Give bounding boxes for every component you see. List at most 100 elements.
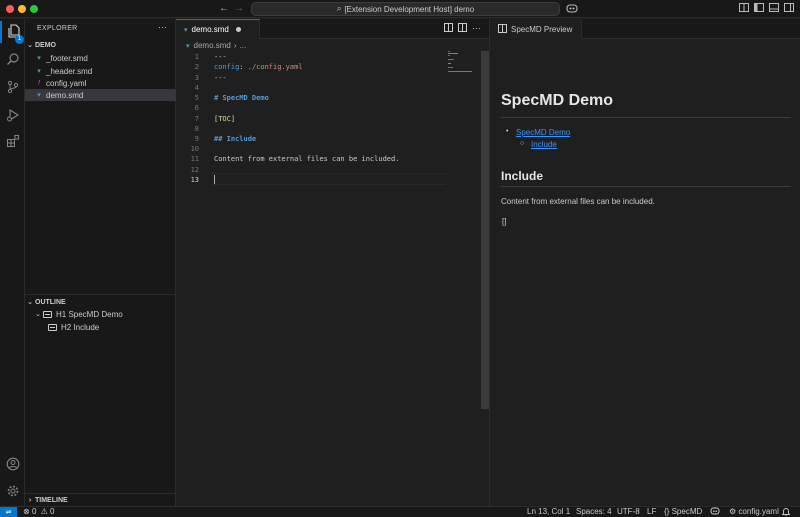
outline-item-h1[interactable]: ⌄ H1 SpecMD Demo [25,308,176,320]
remote-icon[interactable]: ⇌ [0,507,17,517]
code-line[interactable]: --- [214,53,227,61]
preview-tab-bar: SpecMD Preview [490,19,800,39]
editor-group: ▾ demo.smd ··· ▾ demo.smd › ... 1 2 3 4 … [176,19,489,506]
line-number: 1 [194,53,199,61]
line-number: 7 [194,115,199,123]
error-icon: ⊗ [23,507,30,516]
gear-icon [6,484,20,500]
more-actions-icon[interactable]: ··· [471,23,482,34]
back-arrow-icon[interactable]: ← [218,3,230,15]
notifications-icon[interactable] [781,507,791,517]
toggle-panel-icon[interactable] [768,3,780,15]
close-window-button[interactable] [6,5,14,13]
sidebar-title: EXPLORER [37,25,78,32]
timeline-title: TIMELINE [35,496,68,504]
timeline-header[interactable]: › TIMELINE [25,494,176,506]
breadcrumb-file[interactable]: demo.smd [194,41,231,50]
warning-count: 0 [50,507,55,516]
minimize-window-button[interactable] [18,5,26,13]
file-label: _header.smd [46,66,93,76]
code-line-heading[interactable]: ## Include [214,135,256,143]
code-line[interactable]: Content from external files can be inclu… [214,155,399,163]
breadcrumb-symbol[interactable]: ... [240,41,247,50]
outline-header[interactable]: ⌄ OUTLINE [25,296,176,308]
yaml-value: ./config.yaml [247,63,303,71]
file-label: config.yaml [46,78,87,88]
markdown-icon: ▾ [184,26,188,34]
file-header[interactable]: ▾ _header.smd [25,65,176,77]
code-line[interactable]: config: ./config.yaml [214,63,303,71]
file-label: demo.smd [46,90,84,100]
language-label: SpecMD [671,507,703,516]
line-number: 9 [194,135,199,143]
unsaved-dot-icon[interactable] [235,27,241,32]
gear-icon: ⚙ [729,507,737,516]
markdown-icon: ▾ [186,42,190,50]
code-line[interactable]: --- [214,74,227,82]
customize-layout-icon[interactable] [738,3,750,15]
yaml-colon: : [239,63,248,71]
markdown-icon: ▾ [37,55,41,62]
copilot-status-icon[interactable] [710,507,720,517]
folder-name: DEMO [35,41,56,49]
toggle-primary-sidebar-icon[interactable] [753,3,765,15]
explorer-activity[interactable]: 1 [0,21,25,44]
search-activity[interactable] [0,49,25,71]
tab-demo-smd[interactable]: ▾ demo.smd [176,19,260,39]
extensions-activity[interactable] [0,131,25,153]
yaml-icon: ! [38,79,40,87]
run-debug-activity[interactable] [0,105,25,127]
split-editor-icon[interactable] [457,23,468,34]
toc-link-include[interactable]: Include [531,140,557,149]
string-symbol-icon [48,323,57,331]
copilot-icon[interactable] [563,3,581,15]
line-number-current: 13 [190,176,199,184]
file-footer[interactable]: ▾ _footer.smd [25,52,176,64]
indentation-status[interactable]: Spaces: 4 [576,507,612,517]
tab-label: SpecMD Preview [511,24,573,34]
search-icon: ⌕ [336,4,342,13]
warning-icon: ⚠ [40,507,48,516]
config-status[interactable]: ⚙ config.yaml [729,507,779,517]
activity-bar: 1 [0,19,25,506]
search-icon [6,52,20,68]
eol-status[interactable]: LF [647,507,656,517]
file-config-yaml[interactable]: ! config.yaml [25,77,176,89]
preview-paragraph: Content from external files can be inclu… [501,197,655,206]
line-number: 5 [194,94,199,102]
toc-link-specmd-demo[interactable]: SpecMD Demo [516,128,570,137]
line-number: 6 [194,104,199,112]
folder-demo-header[interactable]: ⌄ DEMO [25,39,176,51]
more-actions-icon[interactable]: ··· [158,22,167,32]
encoding-status[interactable]: UTF-8 [617,507,640,517]
account-icon [6,457,20,473]
breadcrumb-separator: › [233,41,237,50]
code-line-heading[interactable]: # SpecMD Demo [214,94,269,102]
maximize-window-button[interactable] [30,5,38,13]
language-status[interactable]: {} SpecMD [664,507,702,517]
accounts-activity[interactable] [0,454,25,476]
scrollbar-thumb[interactable] [481,51,489,409]
yaml-key: config [214,63,240,71]
bullet: • [506,128,509,135]
source-control-activity[interactable] [0,77,25,99]
outline-item-label: H1 SpecMD Demo [56,309,123,319]
preview-heading-2: Include [501,169,544,183]
code-line-toc[interactable]: [TOC] [214,115,235,123]
config-label: config.yaml [738,507,779,516]
open-preview-icon[interactable] [443,23,454,34]
outline-item-h2[interactable]: H2 Include [25,321,176,333]
preview-icon [498,23,507,35]
explorer-badge: 1 [15,35,24,44]
minimap[interactable] [448,51,480,73]
chevron-down-icon: ⌄ [27,299,33,306]
cursor-position[interactable]: Ln 13, Col 1 [527,507,570,517]
command-center[interactable]: ⌕ [Extension Development Host] demo [251,2,560,16]
breadcrumb: ▾ demo.smd › ... [186,40,246,51]
manage-activity[interactable] [0,481,25,503]
toggle-secondary-sidebar-icon[interactable] [783,3,795,15]
forward-arrow-icon[interactable]: → [233,3,245,15]
tab-specmd-preview[interactable]: SpecMD Preview [490,19,582,39]
file-demo[interactable]: ▾ demo.smd [25,89,176,101]
problems-status[interactable]: ⊗ 0 ⚠ 0 [23,507,54,517]
